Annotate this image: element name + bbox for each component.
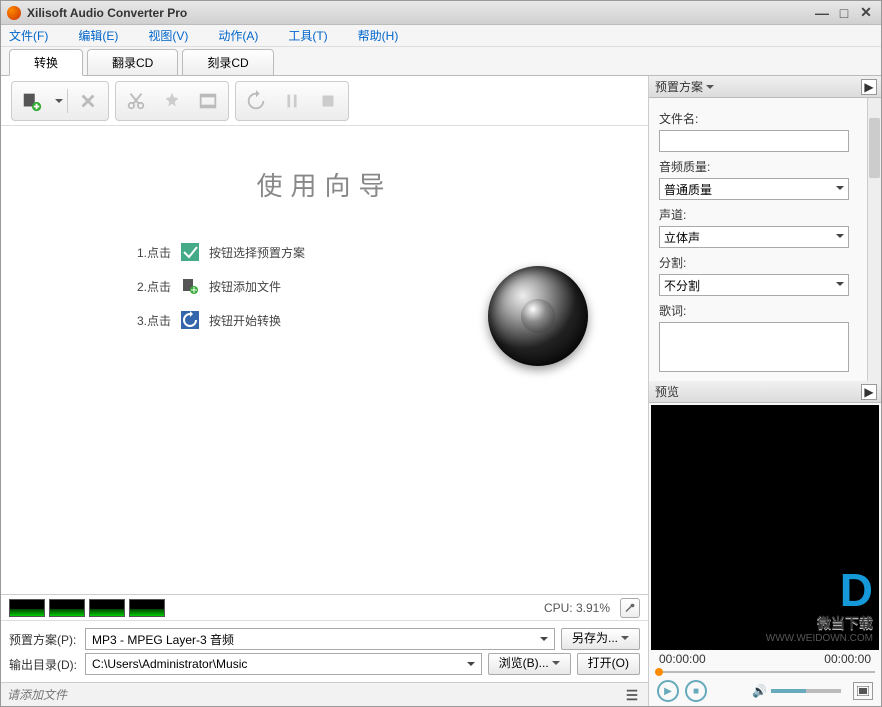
preset-panel-dropdown[interactable]: 预置方案 [655, 78, 714, 95]
volume-icon[interactable]: 🔊 [752, 684, 767, 698]
menu-help[interactable]: 帮助(H) [358, 27, 399, 44]
minimize-button[interactable]: — [813, 5, 831, 21]
speaker-image [488, 266, 588, 366]
add-file-icon [181, 277, 199, 295]
properties-panel: 文件名: 音频质量: 普通质量 声道: 立体声 分割: 不分割 歌词: [649, 98, 881, 381]
stop-preview-button[interactable]: ■ [685, 680, 707, 702]
convert-button[interactable] [240, 85, 272, 117]
lyrics-input[interactable] [659, 322, 849, 372]
preview-panel-header: 预览 ▶ [649, 381, 881, 403]
menu-edit[interactable]: 编辑(E) [78, 27, 118, 44]
output-settings: 预置方案(P): MP3 - MPEG Layer-3 音频 另存为... 输出… [1, 620, 648, 682]
add-file-button[interactable] [16, 85, 48, 117]
channel-label: 声道: [659, 206, 871, 223]
delete-button[interactable] [72, 85, 104, 117]
outdir-combo[interactable]: C:\Users\Administrator\Music [85, 653, 482, 675]
preset-label: 预置方案(P): [9, 631, 79, 648]
app-logo-icon [7, 6, 21, 20]
filename-label: 文件名: [659, 110, 871, 127]
preview-video: D 微当下载 WWW.WEIDOWN.COM [651, 405, 879, 650]
wizard-area: 使用向导 1.点击 按钮选择预置方案 2.点击 按钮添加文件 3.点击 [1, 126, 648, 594]
preview-header-text: 预览 [655, 383, 679, 400]
preset-icon [181, 243, 199, 261]
menu-tools[interactable]: 工具(T) [288, 27, 327, 44]
quality-select[interactable]: 普通质量 [659, 178, 849, 200]
saveas-button[interactable]: 另存为... [561, 628, 640, 650]
preview-panel-collapse-icon[interactable]: ▶ [861, 384, 877, 400]
volume-slider[interactable] [771, 689, 841, 693]
preview-panel: D 微当下载 WWW.WEIDOWN.COM 00:00:00 00:00:00… [649, 403, 881, 706]
stop-button[interactable] [312, 85, 344, 117]
filename-input[interactable] [659, 130, 849, 152]
browse-button[interactable]: 浏览(B)... [488, 653, 571, 675]
maximize-button[interactable]: □ [835, 5, 853, 21]
effects-button[interactable] [156, 85, 188, 117]
channel-select[interactable]: 立体声 [659, 226, 849, 248]
cpu-bar: CPU: 3.91% [1, 594, 648, 620]
tab-rip-cd[interactable]: 翻录CD [87, 49, 178, 76]
menubar: 文件(F) 编辑(E) 视图(V) 动作(A) 工具(T) 帮助(H) [1, 25, 881, 47]
app-title: Xilisoft Audio Converter Pro [27, 6, 813, 20]
wizard-step-2-text: 按钮添加文件 [209, 278, 281, 295]
menu-view[interactable]: 视图(V) [148, 27, 188, 44]
clip-button[interactable] [192, 85, 224, 117]
cpu-usage-text: CPU: 3.91% [544, 601, 610, 615]
convert-icon [181, 311, 199, 329]
menu-action[interactable]: 动作(A) [218, 27, 258, 44]
wizard-step-1-text: 按钮选择预置方案 [209, 244, 305, 261]
preset-panel-collapse-icon[interactable]: ▶ [861, 79, 877, 95]
time-elapsed: 00:00:00 [659, 652, 706, 666]
cpu-core-4 [129, 599, 165, 617]
watermark-logo-icon: D [766, 567, 873, 613]
toolbar [1, 76, 648, 126]
split-select[interactable]: 不分割 [659, 274, 849, 296]
cpu-core-1 [9, 599, 45, 617]
list-view-icon[interactable] [622, 685, 642, 705]
search-bar [1, 682, 648, 706]
tab-burn-cd[interactable]: 刻录CD [182, 49, 273, 76]
tab-convert[interactable]: 转换 [9, 49, 83, 76]
search-input[interactable] [7, 688, 618, 702]
menu-file[interactable]: 文件(F) [9, 27, 48, 44]
props-scrollbar[interactable] [867, 98, 881, 381]
add-file-dropdown-icon[interactable] [52, 94, 63, 108]
pause-button[interactable] [276, 85, 308, 117]
watermark: D 微当下载 WWW.WEIDOWN.COM [766, 567, 873, 644]
wizard-step-3: 3.点击 按钮开始转换 [131, 311, 305, 329]
time-total: 00:00:00 [824, 652, 871, 666]
settings-button[interactable] [620, 598, 640, 618]
main-panel: 使用向导 1.点击 按钮选择预置方案 2.点击 按钮添加文件 3.点击 [1, 76, 649, 706]
outdir-label: 输出目录(D): [9, 656, 79, 673]
wizard-step-3-text: 按钮开始转换 [209, 312, 281, 329]
wizard-title: 使用向导 [256, 166, 392, 203]
seek-slider[interactable] [655, 668, 875, 676]
wizard-step-2: 2.点击 按钮添加文件 [131, 277, 305, 295]
preset-combo[interactable]: MP3 - MPEG Layer-3 音频 [85, 628, 555, 650]
snapshot-button[interactable] [853, 682, 873, 700]
quality-label: 音频质量: [659, 158, 871, 175]
titlebar: Xilisoft Audio Converter Pro — □ ✕ [1, 1, 881, 25]
tabs: 转换 翻录CD 刻录CD [1, 47, 881, 75]
play-button[interactable]: ▶ [657, 680, 679, 702]
split-label: 分割: [659, 254, 871, 271]
cpu-core-3 [89, 599, 125, 617]
cut-button[interactable] [120, 85, 152, 117]
cpu-core-2 [49, 599, 85, 617]
close-button[interactable]: ✕ [857, 5, 875, 21]
side-panel: 预置方案 ▶ 文件名: 音频质量: 普通质量 声道: 立体声 分割: 不分割 歌… [649, 76, 881, 706]
open-button[interactable]: 打开(O) [577, 653, 640, 675]
wizard-step-1: 1.点击 按钮选择预置方案 [131, 243, 305, 261]
lyrics-label: 歌词: [659, 302, 871, 319]
preset-panel-header: 预置方案 ▶ [649, 76, 881, 98]
app-window: Xilisoft Audio Converter Pro — □ ✕ 文件(F)… [0, 0, 882, 707]
